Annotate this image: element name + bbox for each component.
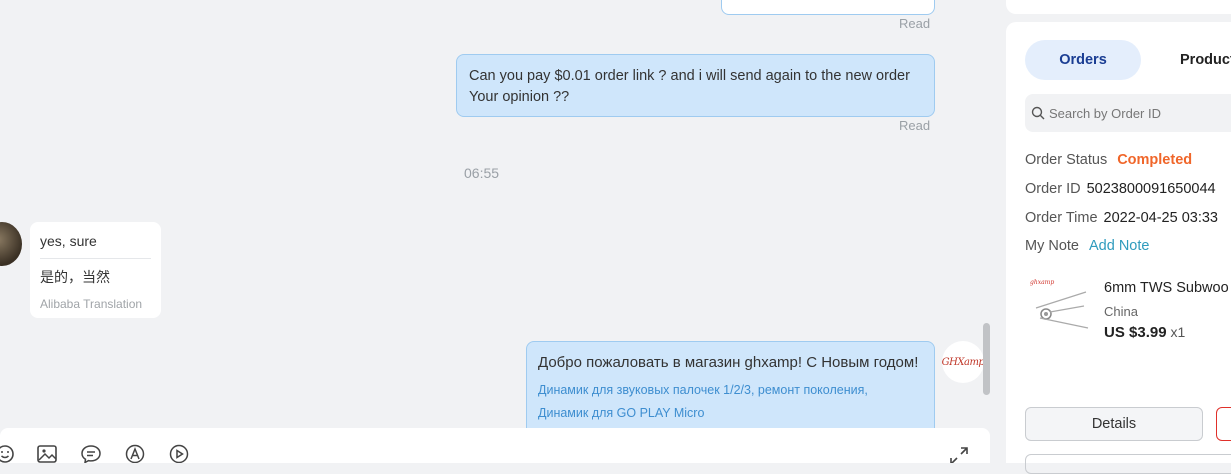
tab-products[interactable]: Products bbox=[1180, 52, 1231, 68]
order-status-value: Completed bbox=[1117, 152, 1193, 168]
message-toolbar bbox=[0, 428, 990, 463]
welcome-text: Добро пожаловать в магазин ghxamp! С Нов… bbox=[538, 354, 919, 371]
order-search-input[interactable]: Search by Order ID bbox=[1025, 94, 1231, 132]
store-avatar[interactable]: GHXamp bbox=[942, 341, 985, 383]
outgoing-message: Can you pay $0.01 order link ? and i wil… bbox=[456, 54, 935, 117]
panel-gutter bbox=[990, 0, 1006, 463]
previous-message-bubble bbox=[721, 0, 935, 15]
read-status: Read bbox=[899, 118, 931, 133]
chat-scrollbar[interactable] bbox=[983, 323, 990, 395]
product-price-value: US $3.99 bbox=[1104, 324, 1167, 341]
order-id-label: Order ID bbox=[1025, 181, 1081, 197]
read-status: Read bbox=[899, 16, 931, 31]
product-link-line[interactable]: Динамик для GO PLAY Micro bbox=[538, 402, 923, 425]
image-icon[interactable] bbox=[36, 444, 58, 463]
svg-text:ghxamp: ghxamp bbox=[1030, 279, 1054, 286]
order-time-row: Order Time 2022-04-25 03:33 bbox=[1025, 210, 1218, 226]
search-placeholder: Search by Order ID bbox=[1049, 106, 1161, 121]
message-text-line: Your opinion ?? bbox=[469, 89, 570, 105]
product-price: US $3.99 x1 bbox=[1104, 324, 1185, 341]
contact-avatar[interactable] bbox=[0, 222, 22, 266]
bottom-action-button[interactable] bbox=[1025, 454, 1231, 474]
my-note-row: My Note Add Note bbox=[1025, 238, 1149, 254]
message-text-line: Can you pay $0.01 order link ? and i wil… bbox=[469, 68, 910, 84]
details-button[interactable]: Details bbox=[1025, 407, 1203, 441]
panel-top-card bbox=[1006, 0, 1231, 14]
incoming-message: yes, sure 是的，当然 Alibaba Translation bbox=[30, 222, 161, 318]
expand-icon[interactable] bbox=[948, 446, 970, 463]
order-id-row: Order ID 5023800091650044 bbox=[1025, 181, 1216, 197]
quick-reply-icon[interactable] bbox=[80, 444, 102, 463]
product-thumbnail[interactable]: ghxamp bbox=[1026, 274, 1094, 334]
product-country: China bbox=[1104, 304, 1138, 319]
add-note-link[interactable]: Add Note bbox=[1089, 238, 1149, 254]
order-status-label: Order Status bbox=[1025, 152, 1108, 168]
video-icon[interactable] bbox=[168, 444, 190, 463]
outgoing-welcome-card: Добро пожаловать в магазин ghxamp! С Нов… bbox=[526, 341, 935, 441]
time-divider: 06:55 bbox=[464, 165, 500, 181]
order-panel: Orders Products Search by Order ID Order… bbox=[1006, 22, 1231, 474]
tab-orders[interactable]: Orders bbox=[1025, 40, 1141, 80]
search-icon bbox=[1031, 106, 1045, 120]
chat-area: Read Can you pay $0.01 order link ? and … bbox=[0, 0, 990, 463]
order-time-label: Order Time bbox=[1025, 210, 1098, 226]
order-time-value: 2022-04-25 03:33 bbox=[1103, 210, 1219, 226]
order-status-row: Order Status Completed bbox=[1025, 152, 1192, 168]
translate-icon[interactable] bbox=[124, 444, 146, 463]
message-original-text: yes, sure bbox=[40, 233, 151, 259]
my-note-label: My Note bbox=[1025, 238, 1079, 254]
product-link[interactable]: Динамик для звуковых палочек 1/2/3, ремо… bbox=[538, 379, 923, 425]
product-link-line[interactable]: Динамик для звуковых палочек 1/2/3, ремо… bbox=[538, 379, 923, 402]
emoji-icon[interactable] bbox=[0, 444, 16, 463]
product-name[interactable]: 6mm TWS Subwoo bbox=[1104, 280, 1229, 296]
message-translation-text: 是的，当然 bbox=[40, 269, 110, 285]
translation-source: Alibaba Translation bbox=[40, 297, 143, 311]
product-quantity: x1 bbox=[1170, 324, 1186, 340]
order-id-value: 5023800091650044 bbox=[1086, 181, 1216, 197]
secondary-action-button[interactable] bbox=[1216, 407, 1231, 441]
